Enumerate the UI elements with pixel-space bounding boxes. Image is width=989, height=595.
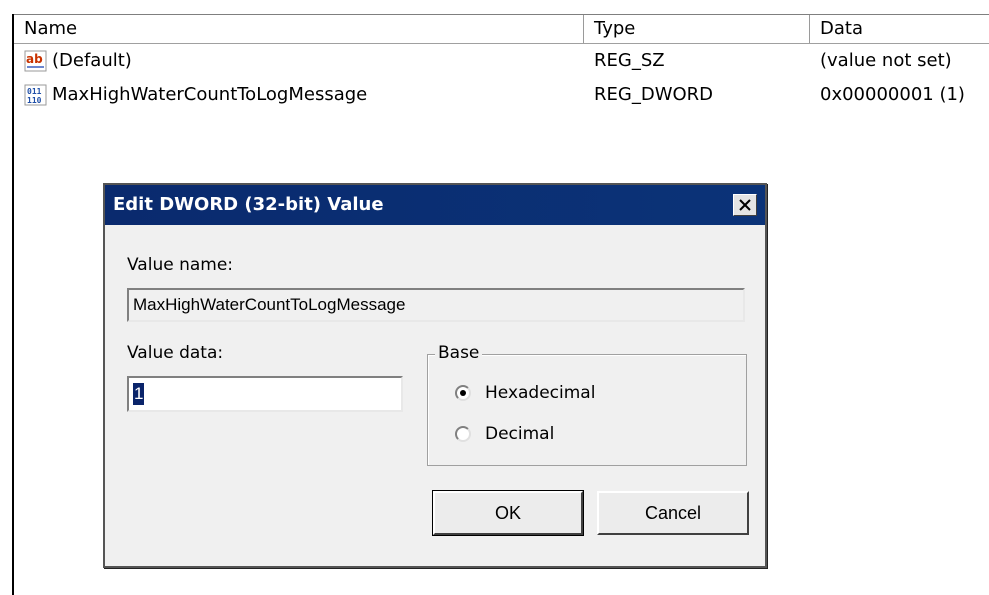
value-type-text: REG_DWORD <box>594 84 714 105</box>
close-button[interactable] <box>733 194 757 216</box>
cancel-button[interactable]: Cancel <box>597 491 749 535</box>
close-icon <box>739 199 751 211</box>
binary-value-icon: 011 110 <box>24 84 47 106</box>
base-label: Base <box>435 343 483 363</box>
radio-checked-icon <box>455 385 471 401</box>
table-row[interactable]: 011 110 MaxHighWaterCountToLogMessage RE… <box>14 80 989 110</box>
hexadecimal-radio[interactable]: Hexadecimal <box>455 383 595 403</box>
radio-unchecked-icon <box>455 426 471 442</box>
column-header-name[interactable]: Name <box>14 15 584 43</box>
value-name-field[interactable]: MaxHighWaterCountToLogMessage <box>127 288 745 322</box>
value-data-text: 0x00000001 (1) <box>820 84 965 105</box>
value-data-text: 1 <box>133 383 145 405</box>
column-header-type[interactable]: Type <box>584 15 810 43</box>
decimal-label: Decimal <box>485 424 555 444</box>
registry-editor-window: Name Type Data ab (Default) REG_SZ (valu… <box>0 0 989 595</box>
value-type-text: REG_SZ <box>594 50 665 71</box>
svg-text:011: 011 <box>27 87 42 96</box>
base-groupbox <box>427 354 747 466</box>
value-name-text: (Default) <box>52 50 132 71</box>
decimal-radio[interactable]: Decimal <box>455 424 554 444</box>
svg-text:110: 110 <box>27 96 42 105</box>
table-row[interactable]: ab (Default) REG_SZ (value not set) <box>14 46 989 76</box>
value-name-label: Value name: <box>127 255 234 275</box>
value-data-input[interactable]: 1 <box>127 376 403 412</box>
value-name-text: MaxHighWaterCountToLogMessage <box>52 84 368 105</box>
dialog-titlebar[interactable]: Edit DWORD (32-bit) Value <box>105 185 765 225</box>
values-list-header: Name Type Data <box>14 14 989 44</box>
svg-text:ab: ab <box>26 52 43 66</box>
ok-button[interactable]: OK <box>432 490 584 536</box>
value-data-label: Value data: <box>127 343 224 363</box>
dialog-title: Edit DWORD (32-bit) Value <box>113 194 384 215</box>
row-name-cell: ab (Default) <box>24 46 132 76</box>
row-name-cell: 011 110 MaxHighWaterCountToLogMessage <box>24 80 367 110</box>
value-data-text: (value not set) <box>820 50 952 71</box>
edit-dword-dialog: Edit DWORD (32-bit) Value Value name: Ma… <box>103 183 767 568</box>
column-header-data[interactable]: Data <box>810 15 989 43</box>
hexadecimal-label: Hexadecimal <box>485 383 596 403</box>
string-value-icon: ab <box>24 50 47 72</box>
